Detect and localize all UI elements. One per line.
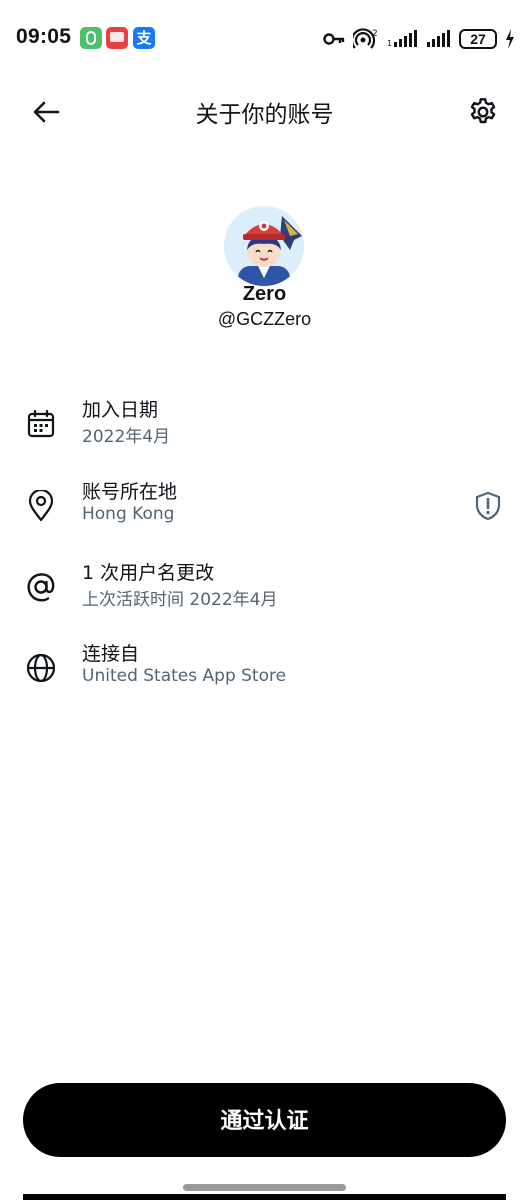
- info-subtitle: United States App Store: [82, 666, 287, 686]
- header: 关于你的账号: [0, 78, 529, 142]
- info-item-account-location: 账号所在地 Hong Kong: [0, 477, 529, 541]
- shield-alert-icon[interactable]: [473, 491, 503, 521]
- battery-icon: 27: [459, 29, 497, 49]
- app-notification-icon: [80, 27, 102, 49]
- signal-icon: [427, 30, 451, 48]
- status-bar: 09:05 支 2 1 27: [0, 0, 529, 78]
- alipay-icon: 支: [133, 27, 155, 49]
- page-title: 关于你的账号: [195, 102, 334, 128]
- avatar-image: [224, 206, 304, 286]
- svg-text:1: 1: [387, 39, 392, 48]
- info-item-join-date: 加入日期 2022年4月: [0, 395, 529, 459]
- info-subtitle: 上次活跃时间 2022年4月: [82, 590, 278, 610]
- gear-icon: [470, 98, 496, 124]
- info-item-connected-via: 连接自 United States App Store: [0, 639, 529, 703]
- avatar[interactable]: [224, 206, 304, 286]
- info-title: 连接自: [82, 643, 140, 665]
- info-title: 加入日期: [82, 399, 159, 421]
- verify-button[interactable]: 通过认证: [23, 1083, 506, 1157]
- info-subtitle: 2022年4月: [82, 427, 171, 447]
- at-sign-icon: [24, 570, 58, 604]
- charging-icon: [505, 29, 515, 49]
- display-name: Zero: [242, 283, 287, 305]
- info-item-username-changes: 1 次用户名更改 上次活跃时间 2022年4月: [0, 558, 529, 622]
- settings-button[interactable]: [463, 92, 503, 132]
- bottom-edge: [23, 1194, 506, 1200]
- system-icons: 2 1 27: [323, 26, 515, 52]
- home-indicator[interactable]: [183, 1184, 346, 1191]
- globe-icon: [24, 651, 58, 685]
- hotspot-icon: 2: [353, 28, 379, 50]
- signal-icon: 1: [387, 30, 419, 48]
- app-notification-icon: [106, 27, 128, 49]
- info-title: 1 次用户名更改: [82, 562, 215, 584]
- info-subtitle: Hong Kong: [82, 504, 175, 524]
- info-title: 账号所在地: [82, 481, 178, 503]
- calendar-icon: [24, 407, 58, 441]
- key-icon: [323, 32, 345, 46]
- status-time: 09:05: [16, 25, 72, 48]
- user-handle: @GCZZero: [217, 309, 312, 329]
- location-pin-icon: [24, 489, 58, 523]
- hotspot-badge: 2: [372, 29, 378, 39]
